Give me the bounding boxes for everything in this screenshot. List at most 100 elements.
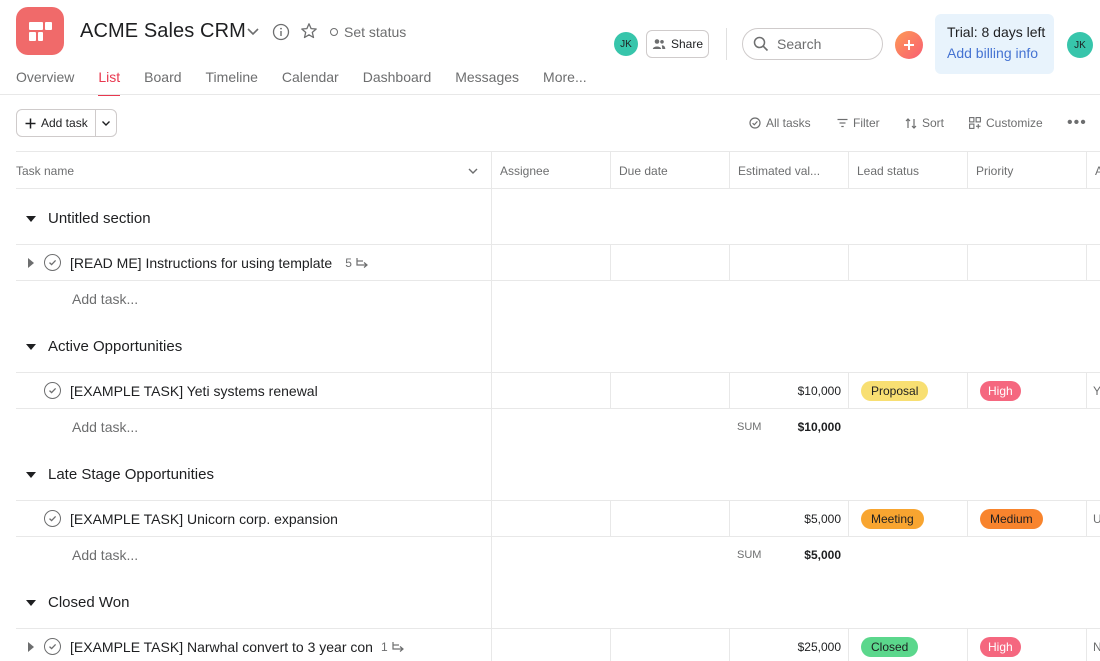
share-label: Share (670, 37, 704, 51)
row-border (16, 280, 1100, 281)
cell-divider (729, 372, 730, 408)
add-billing-link[interactable]: Add billing info (947, 45, 1054, 61)
tab-messages[interactable]: Messages (455, 69, 519, 95)
column-header-lead-status[interactable]: Lead status (857, 164, 919, 178)
table-row[interactable]: [EXAMPLE TASK] Yeti systems renewal (44, 382, 318, 399)
priority-badge[interactable]: High (980, 381, 1021, 401)
column-divider (967, 151, 968, 188)
cell-divider (967, 372, 968, 408)
add-task-link[interactable]: Add task... (72, 291, 138, 307)
check-circle-icon[interactable] (44, 510, 61, 527)
column-header-due-date[interactable]: Due date (619, 164, 668, 178)
estimated-value-cell[interactable]: $10,000 (741, 384, 841, 398)
tab-dashboard[interactable]: Dashboard (363, 69, 432, 95)
star-icon[interactable] (300, 22, 318, 40)
tab-list[interactable]: List (98, 69, 120, 96)
lead-status-badge[interactable]: Closed (861, 637, 919, 657)
row-border (16, 628, 1100, 629)
section-header[interactable]: Late Stage Opportunities (26, 466, 214, 483)
lead-status-badge[interactable]: Proposal (861, 381, 929, 401)
task-name[interactable]: [EXAMPLE TASK] Narwhal convert to 3 year… (70, 639, 373, 655)
add-task-link[interactable]: Add task... (72, 419, 138, 435)
check-circle-icon[interactable] (44, 254, 61, 271)
customize-label: Customize (986, 116, 1043, 130)
add-task-dropdown-button[interactable] (95, 109, 117, 137)
chevron-down-icon (102, 121, 110, 126)
create-button[interactable] (895, 31, 923, 59)
truncated-cell[interactable]: N (1093, 640, 1100, 654)
status-dot-icon (330, 28, 338, 36)
cell-divider (729, 628, 730, 661)
tabs-divider (0, 94, 1100, 95)
table-row[interactable]: [EXAMPLE TASK] Unicorn corp. expansion (44, 510, 338, 527)
column-header-assignee[interactable]: Assignee (500, 164, 549, 178)
share-button[interactable]: Share (646, 30, 709, 58)
lead-status-badge[interactable]: Meeting (861, 509, 924, 529)
search-input[interactable]: Search (742, 28, 883, 60)
truncated-cell[interactable]: U (1093, 512, 1100, 526)
avatar[interactable]: JK (614, 32, 638, 56)
column-divider (729, 151, 730, 188)
expand-subtasks-icon[interactable] (26, 257, 36, 268)
filter-button[interactable]: Filter (837, 116, 880, 130)
set-status-button[interactable]: Set status (330, 24, 406, 40)
tab-timeline[interactable]: Timeline (206, 69, 258, 95)
chevron-down-icon[interactable] (245, 23, 261, 39)
tab-calendar[interactable]: Calendar (282, 69, 339, 95)
estimated-value-cell[interactable]: $25,000 (741, 640, 841, 654)
cell-divider (1086, 628, 1087, 661)
info-icon[interactable] (272, 23, 290, 41)
subtask-count[interactable]: 5 (345, 256, 369, 270)
search-icon (753, 36, 769, 52)
tab-more[interactable]: More... (543, 69, 587, 95)
filter-icon (837, 118, 848, 128)
customize-button[interactable]: Customize (969, 116, 1043, 130)
collapse-triangle-icon[interactable] (26, 599, 36, 606)
user-avatar[interactable]: JK (1067, 32, 1093, 58)
row-border (16, 408, 1100, 409)
sort-button[interactable]: Sort (905, 116, 944, 130)
table-row[interactable]: [READ ME] Instructions for using templat… (26, 254, 369, 271)
column-header-priority[interactable]: Priority (976, 164, 1013, 178)
sort-icon (905, 117, 917, 129)
expand-subtasks-icon[interactable] (26, 641, 36, 652)
column-header-estimated-value[interactable]: Estimated val... (738, 164, 820, 178)
trial-text: Trial: 8 days left (947, 24, 1046, 40)
chevron-down-icon[interactable] (467, 166, 479, 176)
collapse-triangle-icon[interactable] (26, 215, 36, 222)
check-circle-icon[interactable] (44, 382, 61, 399)
check-circle-icon[interactable] (44, 638, 61, 655)
section-header[interactable]: Untitled section (26, 210, 151, 227)
estimated-value-cell[interactable]: $5,000 (741, 512, 841, 526)
all-tasks-button[interactable]: All tasks (749, 116, 811, 130)
trial-banner: Trial: 8 days left Add billing info (935, 14, 1054, 74)
truncated-cell[interactable]: Y (1093, 384, 1100, 398)
subtask-count[interactable]: 1 (381, 640, 405, 654)
section-header[interactable]: Active Opportunities (26, 338, 182, 355)
column-header-truncated[interactable]: A (1095, 164, 1100, 178)
project-icon[interactable] (16, 7, 64, 55)
cell-divider (610, 372, 611, 408)
row-border (16, 244, 1100, 245)
cell-divider (610, 628, 611, 661)
priority-badge[interactable]: Medium (980, 509, 1043, 529)
priority-badge[interactable]: High (980, 637, 1021, 657)
table-row[interactable]: [EXAMPLE TASK] Narwhal convert to 3 year… (26, 638, 405, 655)
collapse-triangle-icon[interactable] (26, 471, 36, 478)
section-title: Untitled section (48, 210, 151, 227)
task-name[interactable]: [EXAMPLE TASK] Unicorn corp. expansion (70, 511, 338, 527)
add-task-link[interactable]: Add task... (72, 547, 138, 563)
task-name[interactable]: [READ ME] Instructions for using templat… (70, 255, 332, 271)
subtask-count-value: 5 (345, 255, 352, 270)
tab-board[interactable]: Board (144, 69, 181, 95)
cell-divider (967, 500, 968, 536)
subtask-icon (392, 642, 404, 652)
add-task-button[interactable]: Add task (16, 109, 96, 137)
task-name[interactable]: [EXAMPLE TASK] Yeti systems renewal (70, 383, 318, 399)
project-title[interactable]: ACME Sales CRM (80, 20, 246, 43)
section-header[interactable]: Closed Won (26, 594, 129, 611)
collapse-triangle-icon[interactable] (26, 343, 36, 350)
more-options-icon[interactable]: ••• (1067, 114, 1087, 132)
tab-overview[interactable]: Overview (16, 69, 74, 95)
column-header-task-name[interactable]: Task name (16, 164, 74, 178)
